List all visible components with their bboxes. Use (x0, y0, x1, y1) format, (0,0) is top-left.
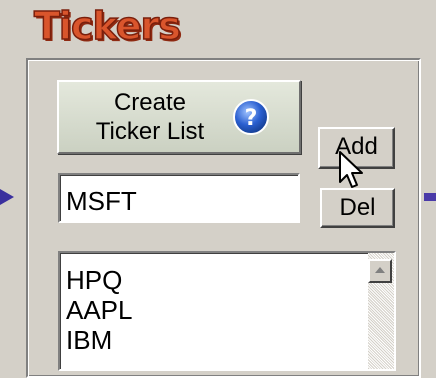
create-label-line1: Create (113, 89, 187, 116)
ticker-input[interactable] (58, 173, 300, 223)
left-arrow-icon (0, 189, 14, 205)
right-marker-icon (424, 193, 436, 201)
ticker-list[interactable]: HPQ AAPL IBM (58, 251, 396, 371)
create-ticker-list-label: Create Ticker List (75, 88, 225, 146)
create-label-line2: Ticker List (95, 118, 205, 145)
help-icon[interactable]: ? (232, 98, 270, 136)
mouse-cursor-icon (339, 151, 363, 188)
svg-text:?: ? (245, 106, 258, 131)
create-ticker-list-button[interactable]: Create Ticker List ? (57, 80, 301, 154)
list-item[interactable]: IBM (66, 325, 133, 355)
delete-button[interactable]: Del (320, 188, 395, 228)
list-scrollbar[interactable] (368, 253, 394, 369)
section-title: Tickers (33, 3, 181, 49)
scroll-up-button[interactable] (368, 259, 392, 283)
list-item[interactable]: HPQ (66, 265, 133, 295)
list-item[interactable]: AAPL (66, 295, 133, 325)
ticker-list-items: HPQ AAPL IBM (66, 265, 133, 355)
